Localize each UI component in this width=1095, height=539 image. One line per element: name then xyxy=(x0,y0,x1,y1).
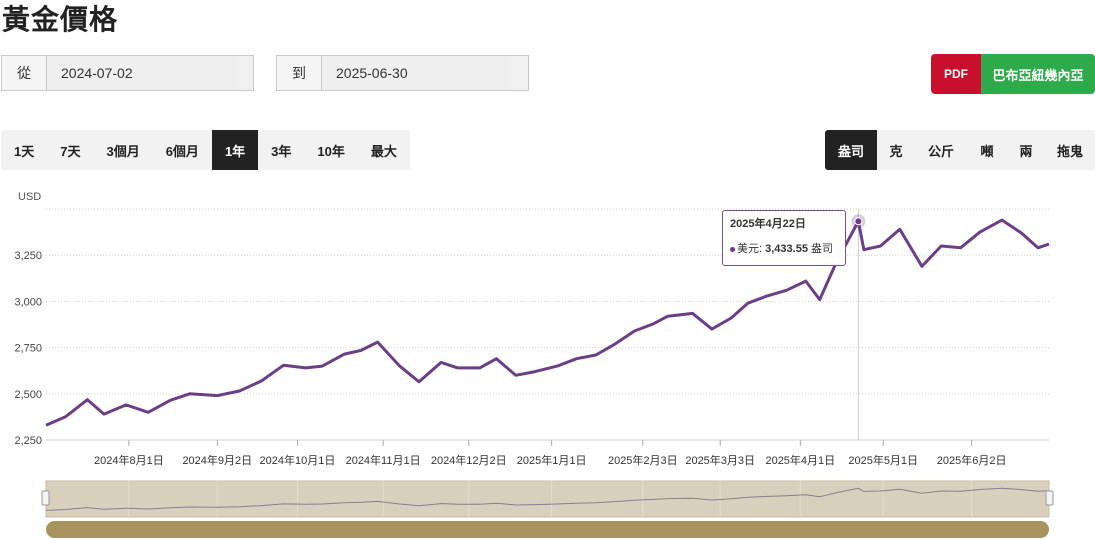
price-series-line xyxy=(45,218,1050,427)
y-tick-label-4: 3,250 xyxy=(14,250,42,262)
tooltip-row: 美元: 3,433.55 盎司 xyxy=(730,240,838,256)
tooltip-series-name: 美元 xyxy=(737,243,759,255)
period-tab-5[interactable]: 3年 xyxy=(258,130,304,170)
x-tick-label-8: 2025年4月1日 xyxy=(765,453,835,467)
period-tab-2[interactable]: 3個月 xyxy=(93,130,152,170)
unit-tab-4[interactable]: 兩 xyxy=(1007,130,1045,170)
unit-tab-0[interactable]: 盎司 xyxy=(825,130,877,170)
from-date-group: 從 xyxy=(1,55,254,91)
x-tick-label-3: 2024年11月1日 xyxy=(346,453,421,467)
period-tab-4[interactable]: 1年 xyxy=(211,130,259,170)
x-tick-label-0: 2024年8月1日 xyxy=(94,453,164,467)
y-tick-label-0: 2,250 xyxy=(14,435,42,447)
period-tab-3[interactable]: 6個月 xyxy=(153,130,212,170)
chart-tooltip: 2025年4月22日 美元: 3,433.55 盎司 xyxy=(722,210,846,266)
x-tick-label-5: 2025年1月1日 xyxy=(517,453,587,467)
x-tick-label-10: 2025年6月2日 xyxy=(937,453,1007,467)
y-axis-unit-label: USD xyxy=(18,191,41,203)
x-tick-label-2: 2024年10月1日 xyxy=(260,453,336,467)
to-date-group: 到 xyxy=(276,55,529,91)
from-date-input[interactable] xyxy=(47,56,235,90)
period-tab-7[interactable]: 最大 xyxy=(358,130,410,170)
y-tick-label-2: 2,750 xyxy=(14,343,42,355)
hover-marker xyxy=(854,217,863,226)
period-tab-6[interactable]: 10年 xyxy=(304,130,357,170)
x-tick-label-7: 2025年3月3日 xyxy=(685,453,755,467)
unit-tabs: 盎司克公斤噸兩拖鬼 xyxy=(825,130,1095,170)
x-tick-label-6: 2025年2月3日 xyxy=(608,453,678,467)
pdf-button[interactable]: PDF xyxy=(931,54,981,94)
page-title: 黃金價格 xyxy=(2,4,119,35)
x-tick-label-4: 2024年12月2日 xyxy=(431,453,507,467)
gold-price-chart: USD 2,250 2,500 2,750 3,000 3,250 2024年8月1日 202… xyxy=(14,191,1054,538)
navigator-window xyxy=(45,480,1050,518)
y-tick-label-1: 2,500 xyxy=(14,389,42,401)
unit-tab-3[interactable]: 噸 xyxy=(967,130,1007,170)
navigator-scrollbar xyxy=(46,521,1049,538)
tooltip-series-dot xyxy=(730,246,735,252)
x-tick-label-9: 2025年5月1日 xyxy=(848,453,918,467)
unit-tab-5[interactable]: 拖鬼 xyxy=(1045,130,1095,170)
y-tick-label-3: 3,000 xyxy=(14,296,42,308)
unit-tab-1[interactable]: 克 xyxy=(877,130,915,170)
unit-tab-2[interactable]: 公斤 xyxy=(915,130,967,170)
to-date-input[interactable] xyxy=(322,56,510,90)
from-label: 從 xyxy=(2,56,47,90)
tooltip-unit: 盎司 xyxy=(811,243,834,255)
tooltip-value: 3,433.55 xyxy=(765,243,808,255)
period-tab-1[interactable]: 7天 xyxy=(47,130,93,170)
navigator-handle-left xyxy=(41,490,50,506)
navigator-handle-right xyxy=(1045,490,1054,506)
tooltip-date: 2025年4月22日 xyxy=(730,218,806,230)
x-tick-label-1: 2024年9月2日 xyxy=(182,453,252,467)
period-tabs: 1天 7天 3個月 6個月 1年 3年 10年 最大 xyxy=(1,130,410,170)
period-tab-0[interactable]: 1天 xyxy=(1,130,47,170)
region-button[interactable]: 巴布亞紐幾內亞 xyxy=(981,54,1095,94)
to-label: 到 xyxy=(277,56,322,90)
